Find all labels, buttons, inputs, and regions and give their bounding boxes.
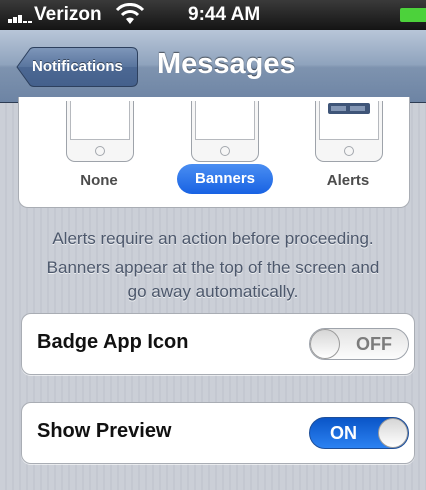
alert-style-none-option[interactable]	[66, 101, 134, 162]
home-button-icon	[220, 146, 230, 156]
page-title: Messages	[157, 48, 296, 80]
alert-style-description-line: Alerts require an action before proceedi…	[52, 229, 374, 248]
carrier-name: Verizon	[34, 4, 102, 25]
alert-style-picker: None Banners Alerts	[18, 97, 410, 208]
alert-style-description-line: go away automatically.	[127, 282, 299, 301]
navigation-bar: Notifications Messages	[0, 30, 426, 103]
toggle-knob	[378, 418, 408, 448]
alert-style-label-alerts[interactable]: Alerts	[315, 172, 381, 189]
badge-app-icon-toggle[interactable]: OFF	[309, 328, 409, 360]
phone-screen-icon	[70, 101, 130, 140]
alert-style-description-line: Banners appear at the top of the screen …	[46, 258, 380, 277]
alert-style-banners-option[interactable]	[191, 101, 259, 162]
alert-style-label-none[interactable]: None	[67, 172, 131, 189]
signal-icon	[8, 9, 34, 23]
home-button-icon	[344, 146, 354, 156]
wifi-icon	[115, 3, 145, 24]
back-button-label: Notifications	[32, 58, 123, 75]
phone-screen-icon	[319, 101, 379, 140]
badge-app-icon-label: Badge App Icon	[37, 331, 189, 353]
toggle-knob	[310, 329, 340, 359]
alert-style-label-banners-selected[interactable]: Banners	[177, 164, 273, 194]
alert-dialog-icon	[328, 103, 370, 114]
battery-icon	[400, 8, 426, 22]
phone-screen-icon	[195, 101, 255, 140]
back-button[interactable]: Notifications	[16, 47, 138, 87]
show-preview-label: Show Preview	[37, 420, 172, 442]
home-button-icon	[95, 146, 105, 156]
badge-app-icon-row: Badge App Icon OFF	[21, 313, 415, 375]
show-preview-row: Show Preview ON	[21, 402, 415, 464]
alert-style-alerts-option[interactable]	[315, 101, 383, 162]
status-time: 9:44 AM	[188, 4, 261, 25]
show-preview-toggle[interactable]: ON	[309, 417, 409, 449]
status-bar: Verizon 9:44 AM	[0, 0, 426, 30]
toggle-state-text: OFF	[356, 334, 392, 354]
toggle-state-text: ON	[330, 423, 357, 443]
